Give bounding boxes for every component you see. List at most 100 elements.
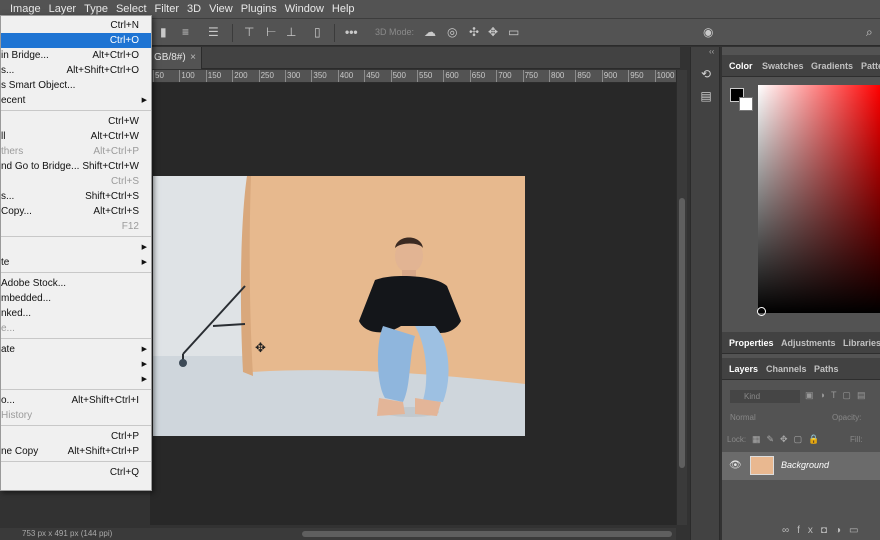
menu-item-label: ne Copy [1,446,39,457]
filter-icons[interactable]: ▣◑T▢▤ [805,390,871,401]
file-menu-item: thers Alt+Ctrl+P [1,144,151,159]
tab-channels[interactable]: Channels [766,358,807,380]
menu-plugins[interactable]: Plugins [237,0,281,18]
distribute-icon[interactable]: ▯ [314,25,321,39]
tab-patterns[interactable]: Patte [861,55,880,77]
lock-icons[interactable]: ▦✎✥▢🔒 [752,434,825,445]
ruler-tick [390,70,392,82]
menu-item-shortcut: Shift+Ctrl+S [85,191,139,202]
menu-help[interactable]: Help [328,0,359,18]
file-menu-item[interactable]: nd Go to Bridge... Shift+Ctrl+W [1,159,151,174]
file-menu-item[interactable]: o... Alt+Shift+Ctrl+I [1,393,151,408]
drag-3d-icon[interactable]: ✣ [469,25,479,39]
file-menu-item[interactable]: Ctrl+W [1,114,151,129]
file-menu-item[interactable]: ▶ [1,372,151,387]
status-bar: 753 px x 491 px (144 ppi) [0,528,150,540]
file-menu-item[interactable]: Ctrl+N [1,18,151,33]
ruler-tick [496,70,498,82]
horizontal-scrollbar[interactable] [150,528,676,540]
comments-panel-icon[interactable]: ▤ [696,87,716,105]
file-menu-item[interactable]: nked... [1,306,151,321]
close-icon[interactable]: × [190,47,196,69]
tab-layers[interactable]: Layers [729,358,758,380]
roll-3d-icon[interactable]: ◎ [447,25,457,39]
ruler-tick [205,70,207,82]
tab-swatches[interactable]: Swatches [762,55,804,77]
tab-libraries[interactable]: Libraries [843,332,880,354]
menu-window[interactable]: Window [281,0,328,18]
tab-color[interactable]: Color [729,55,753,77]
document-tab[interactable]: GB/8#) × [150,47,202,69]
menu-view[interactable]: View [205,0,237,18]
eye-icon[interactable]: 👁 [729,460,742,471]
tab-properties[interactable]: Properties [729,332,774,354]
user-icon[interactable]: ◉ [703,25,713,39]
tab-adjustments[interactable]: Adjustments [781,332,836,354]
submenu-arrow-icon: ▶ [141,376,147,383]
lock-fill-row: Lock: ▦✎✥▢🔒 Fill: [722,431,880,451]
file-menu-item[interactable]: Ctrl+Q [1,465,151,480]
search-icon[interactable]: ⌕ [866,25,873,39]
ruler-tick-label: 600 [445,71,459,80]
menu-3d[interactable]: 3D [183,0,205,18]
file-menu-item[interactable]: ne Copy Alt+Shift+Ctrl+P [1,444,151,459]
ruler-tick [258,70,260,82]
blend-mode-select[interactable]: Normal [730,413,756,422]
file-menu-item[interactable]: Adobe Stock... [1,276,151,291]
collapse-arrows-icon[interactable]: ‹‹ [709,47,714,56]
tab-gradients[interactable]: Gradients [811,55,853,77]
fill-label: Fill: [850,435,863,444]
file-menu-item[interactable]: ll Alt+Ctrl+W [1,129,151,144]
menu-item-shortcut: Alt+Ctrl+O [92,50,139,61]
color-picker-handle[interactable] [757,307,766,316]
menu-item-label: te [1,257,10,268]
file-menu-item[interactable]: in Bridge... Alt+Ctrl+O [1,48,151,63]
file-menu-item[interactable]: te ▶ [1,255,151,270]
file-menu-item[interactable]: s Smart Object... [1,78,151,93]
scale-3d-icon[interactable]: ▭ [508,25,519,39]
ruler-tick [179,70,181,82]
align-top-icon[interactable]: ⊤ [244,25,254,39]
file-menu-item[interactable]: s... Alt+Shift+Ctrl+O [1,63,151,78]
file-menu-item: History [1,408,151,423]
align-center-icon[interactable]: ≡ [182,25,189,39]
document-tab-title: GB/8#) [154,52,186,63]
align-right-icon[interactable]: ☰ [208,25,219,39]
tab-paths[interactable]: Paths [814,358,839,380]
color-picker-field[interactable] [758,85,880,313]
lock-label: Lock: [727,435,747,444]
vertical-scrollbar[interactable] [676,70,687,525]
file-menu-item[interactable]: ▶ [1,357,151,372]
file-menu-item: e... [1,321,151,336]
file-menu-item[interactable]: s... Shift+Ctrl+S [1,189,151,204]
align-bottom-icon[interactable]: ⊥ [286,25,296,39]
menu-item-label: s... [1,191,15,202]
menu-item-label: ll [1,131,6,142]
menu-item-shortcut: Alt+Ctrl+S [93,206,139,217]
collapsed-panel-dock: ‹‹ ⟲ ▤ [690,47,720,540]
menu-item-shortcut: Alt+Shift+Ctrl+P [67,446,139,457]
file-menu-item[interactable]: ate ▶ [1,342,151,357]
file-menu-item[interactable]: Ctrl+O [1,33,151,48]
history-panel-icon[interactable]: ⟲ [696,65,716,83]
slide-3d-icon[interactable]: ✥ [488,25,498,39]
background-color-swatch[interactable] [739,97,753,111]
layer-kind-filter[interactable]: Kind [730,390,800,403]
orbit-3d-icon[interactable]: ☁ [424,25,436,39]
file-menu-item[interactable]: Ctrl+P [1,429,151,444]
ruler-tick [337,70,339,82]
menu-filter[interactable]: Filter [151,0,183,18]
document-image[interactable] [153,176,525,436]
ruler-tick-label: 750 [524,71,538,80]
more-options-icon[interactable]: ••• [345,25,358,39]
layer-actions-bar[interactable]: ∞fx◘◑▭ [782,525,866,536]
align-left-icon[interactable]: ▮ [160,25,167,39]
file-menu-item[interactable]: Copy... Alt+Ctrl+S [1,204,151,219]
file-menu-item[interactable]: ▶ [1,240,151,255]
file-menu-item[interactable]: ecent ▶ [1,93,151,108]
layer-row-background[interactable]: 👁 Background [722,452,880,480]
document-size-readout: 753 px x 491 px (144 ppi) [22,529,113,538]
menu-item-label: nd Go to Bridge... [1,161,80,172]
align-middle-icon[interactable]: ⊢ [266,25,276,39]
file-menu-item[interactable]: mbedded... [1,291,151,306]
